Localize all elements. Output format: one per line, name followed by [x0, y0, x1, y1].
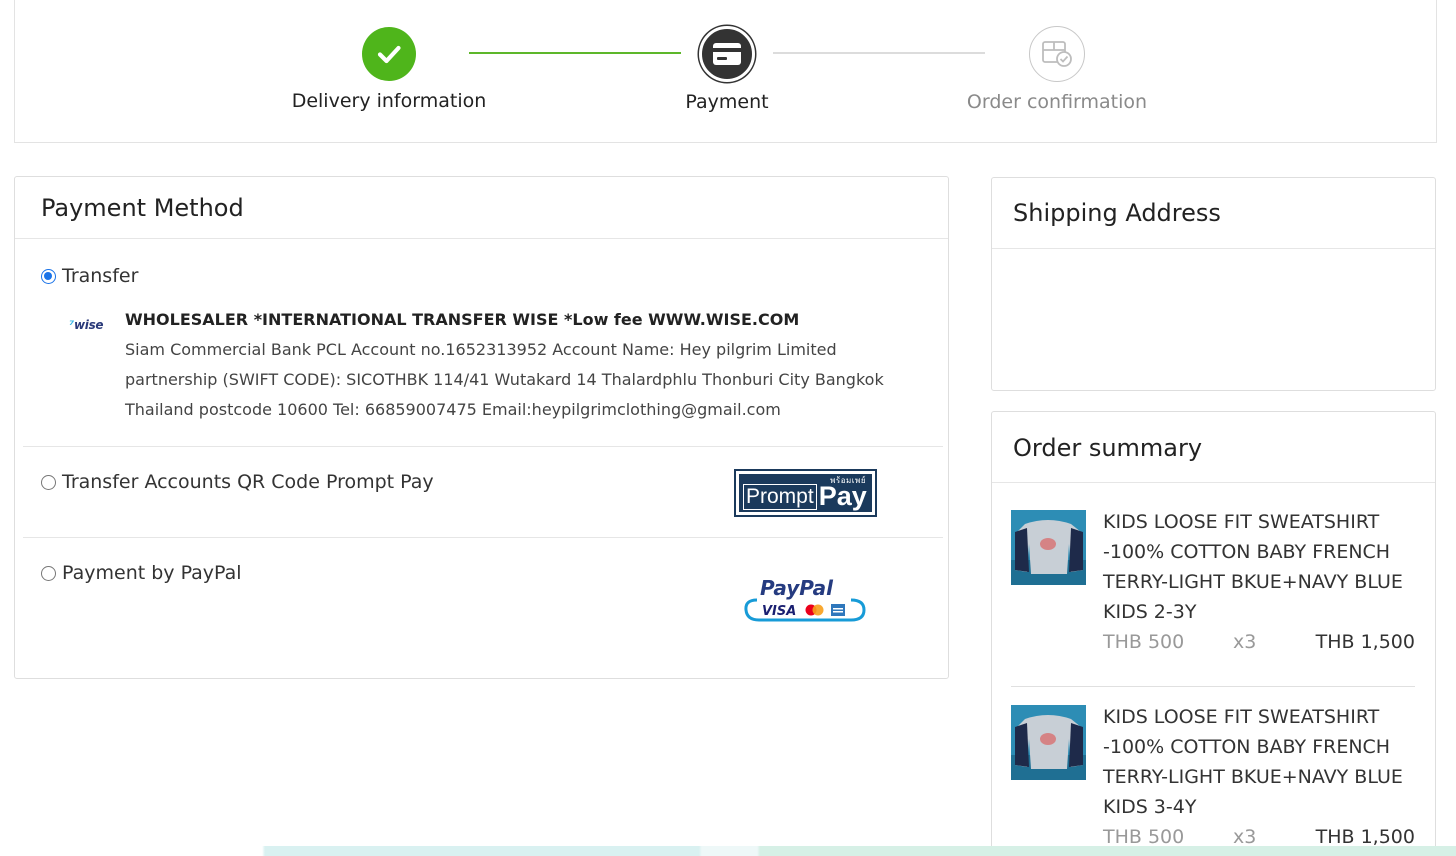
check-icon	[362, 27, 416, 81]
step-delivery-information[interactable]: Delivery information	[259, 26, 519, 112]
line-total: THB 1,500	[1315, 631, 1415, 653]
product-thumbnail	[1011, 510, 1086, 585]
step-order-confirmation[interactable]: Order confirmation	[927, 26, 1187, 113]
credit-card-icon	[699, 26, 755, 82]
quantity: x3	[1233, 631, 1257, 653]
wise-logo: ⁷wise	[69, 318, 104, 332]
order-summary-title: Order summary	[992, 412, 1435, 483]
option-label[interactable]: Payment by PayPal	[62, 562, 242, 584]
package-check-icon	[1029, 26, 1085, 82]
step-label: Delivery information	[291, 90, 487, 112]
unit-price: THB 500	[1103, 631, 1185, 653]
svg-text:VISA: VISA	[762, 604, 796, 619]
payment-method-card: Payment Method Transfer ⁷wise WHOLESALER…	[14, 176, 949, 679]
step-payment[interactable]: Payment	[597, 26, 857, 113]
option-label[interactable]: Transfer	[62, 265, 138, 287]
payment-method-title: Payment Method	[15, 177, 948, 239]
payment-option-transfer[interactable]: Transfer ⁷wise WHOLESALER *INTERNATIONAL…	[23, 265, 943, 419]
paypal-radio[interactable]	[41, 565, 56, 581]
product-name: KIDS LOOSE FIT SWEATSHIRT -100% COTTON B…	[1103, 511, 1403, 623]
promptpay-logo: พร้อมเพย์ Prompt Pay	[734, 469, 877, 517]
paypal-logo: PayPal VISA	[743, 572, 867, 622]
checkout-stepper: Delivery information Payment Order confi…	[14, 0, 1437, 143]
bank-details: ⁷wise WHOLESALER *INTERNATIONAL TRANSFER…	[59, 305, 919, 425]
bank-title: WHOLESALER *INTERNATIONAL TRANSFER WISE …	[125, 310, 800, 329]
shipping-address-card: Shipping Address	[991, 177, 1436, 391]
step-label: Order confirmation	[966, 91, 1148, 113]
product-thumbnail	[1011, 705, 1086, 780]
payment-option-paypal[interactable]: Payment by PayPal PayPal VISA	[23, 537, 943, 622]
bottom-banner-strip	[0, 846, 1456, 856]
option-label[interactable]: Transfer Accounts QR Code Prompt Pay	[62, 471, 434, 493]
transfer-radio[interactable]	[41, 268, 56, 284]
payment-option-promptpay[interactable]: Transfer Accounts QR Code Prompt Pay พร้…	[23, 446, 943, 537]
shipping-address-title: Shipping Address	[992, 178, 1435, 249]
svg-text:PayPal: PayPal	[760, 576, 834, 600]
bank-description: Siam Commercial Bank PCL Account no.1652…	[125, 340, 884, 419]
step-label: Payment	[685, 91, 769, 113]
order-item: KIDS LOOSE FIT SWEATSHIRT -100% COTTON B…	[1011, 686, 1415, 852]
promptpay-radio[interactable]	[41, 474, 56, 490]
product-name: KIDS LOOSE FIT SWEATSHIRT -100% COTTON B…	[1103, 706, 1403, 818]
order-item: KIDS LOOSE FIT SWEATSHIRT -100% COTTON B…	[1011, 507, 1415, 657]
order-summary-card: Order summary KIDS LOOSE FIT SWEATSHIRT …	[991, 411, 1436, 856]
